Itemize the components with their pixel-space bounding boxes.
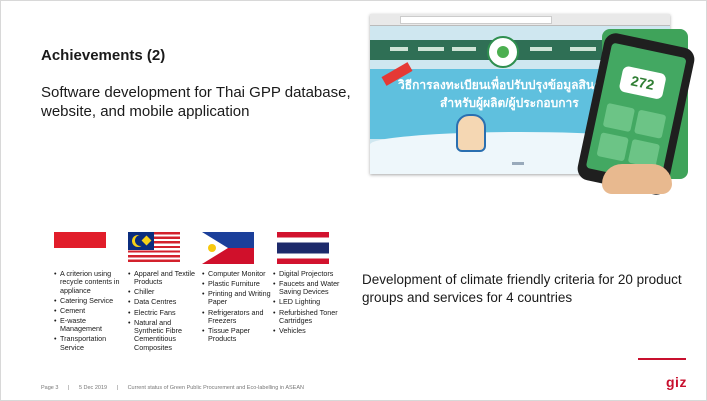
list-item: Data Centres [128, 298, 202, 307]
list-item: Cement [54, 306, 126, 315]
phone-screen: 272 [585, 42, 687, 184]
footer-title: Current status of Green Public Procureme… [127, 385, 304, 391]
malaysia-criteria-list: Apparel and Textile Products Chiller Dat… [128, 269, 202, 354]
app-tile-icon [596, 132, 629, 162]
criteria-summary: Development of climate friendly criteria… [362, 272, 682, 305]
indonesia-flag-icon [54, 232, 106, 264]
app-tile-icon [602, 102, 636, 133]
slide-footer: Page 3 | 5 Dec 2019 | Current status of … [41, 385, 312, 391]
list-item: Refrigerators and Freezers [202, 308, 274, 326]
slide-subtitle: Software development for Thai GPP databa… [41, 84, 351, 120]
list-item: E-waste Management [54, 316, 126, 334]
brand-line [638, 358, 686, 360]
list-item: Refurbished Toner Cartridges [273, 308, 357, 326]
list-item: Plastic Furniture [202, 279, 274, 288]
list-item: Faucets and Water Saving Devices [273, 280, 357, 297]
carousel-dots [512, 162, 524, 165]
list-item: Natural and Synthetic Fibre Cementitious… [128, 318, 202, 352]
list-item: Digital Projectors [273, 269, 357, 278]
malaysia-flag-icon [128, 232, 180, 264]
thailand-criteria-list: Digital Projectors Faucets and Water Sav… [273, 269, 357, 337]
list-item: Transportation Service [54, 335, 126, 352]
thailand-flag-icon [277, 232, 329, 264]
app-tile-icon [634, 109, 667, 139]
philippines-flag-icon [202, 232, 254, 264]
list-item: A criterion using recycle contents in ap… [54, 269, 126, 295]
indonesia-criteria-list: A criterion using recycle contents in ap… [54, 269, 126, 354]
slide: Achievements (2) Software development fo… [0, 0, 707, 401]
list-item: LED Lighting [273, 298, 357, 307]
giz-logo: giz [666, 374, 687, 390]
footer-date: 5 Dec 2019 [78, 385, 108, 391]
mascot-icon [456, 114, 486, 152]
list-item: Vehicles [273, 326, 357, 335]
list-item: Electric Fans [128, 308, 202, 317]
list-item: Apparel and Textile Products [128, 269, 202, 287]
website-logo-icon [487, 36, 519, 68]
list-item: Computer Monitor [202, 269, 274, 278]
footer-separator: | [116, 385, 119, 391]
banner-text-line2: สำหรับผู้ผลิต/ผู้ประกอบการ [440, 96, 579, 110]
mobile-app-image: 272 [575, 19, 706, 197]
footer-page: Page 3 [41, 385, 59, 391]
list-item: Tissue Paper Products [202, 326, 274, 344]
list-item: Printing and Writing Paper [202, 290, 274, 307]
app-counter: 272 [618, 65, 667, 100]
list-item: Catering Service [54, 296, 126, 305]
hand-icon [602, 164, 672, 194]
philippines-criteria-list: Computer Monitor Plastic Furniture Print… [202, 269, 274, 345]
slide-heading: Achievements (2) [41, 47, 166, 64]
footer-separator: | [67, 385, 70, 391]
list-item: Chiller [128, 288, 202, 297]
